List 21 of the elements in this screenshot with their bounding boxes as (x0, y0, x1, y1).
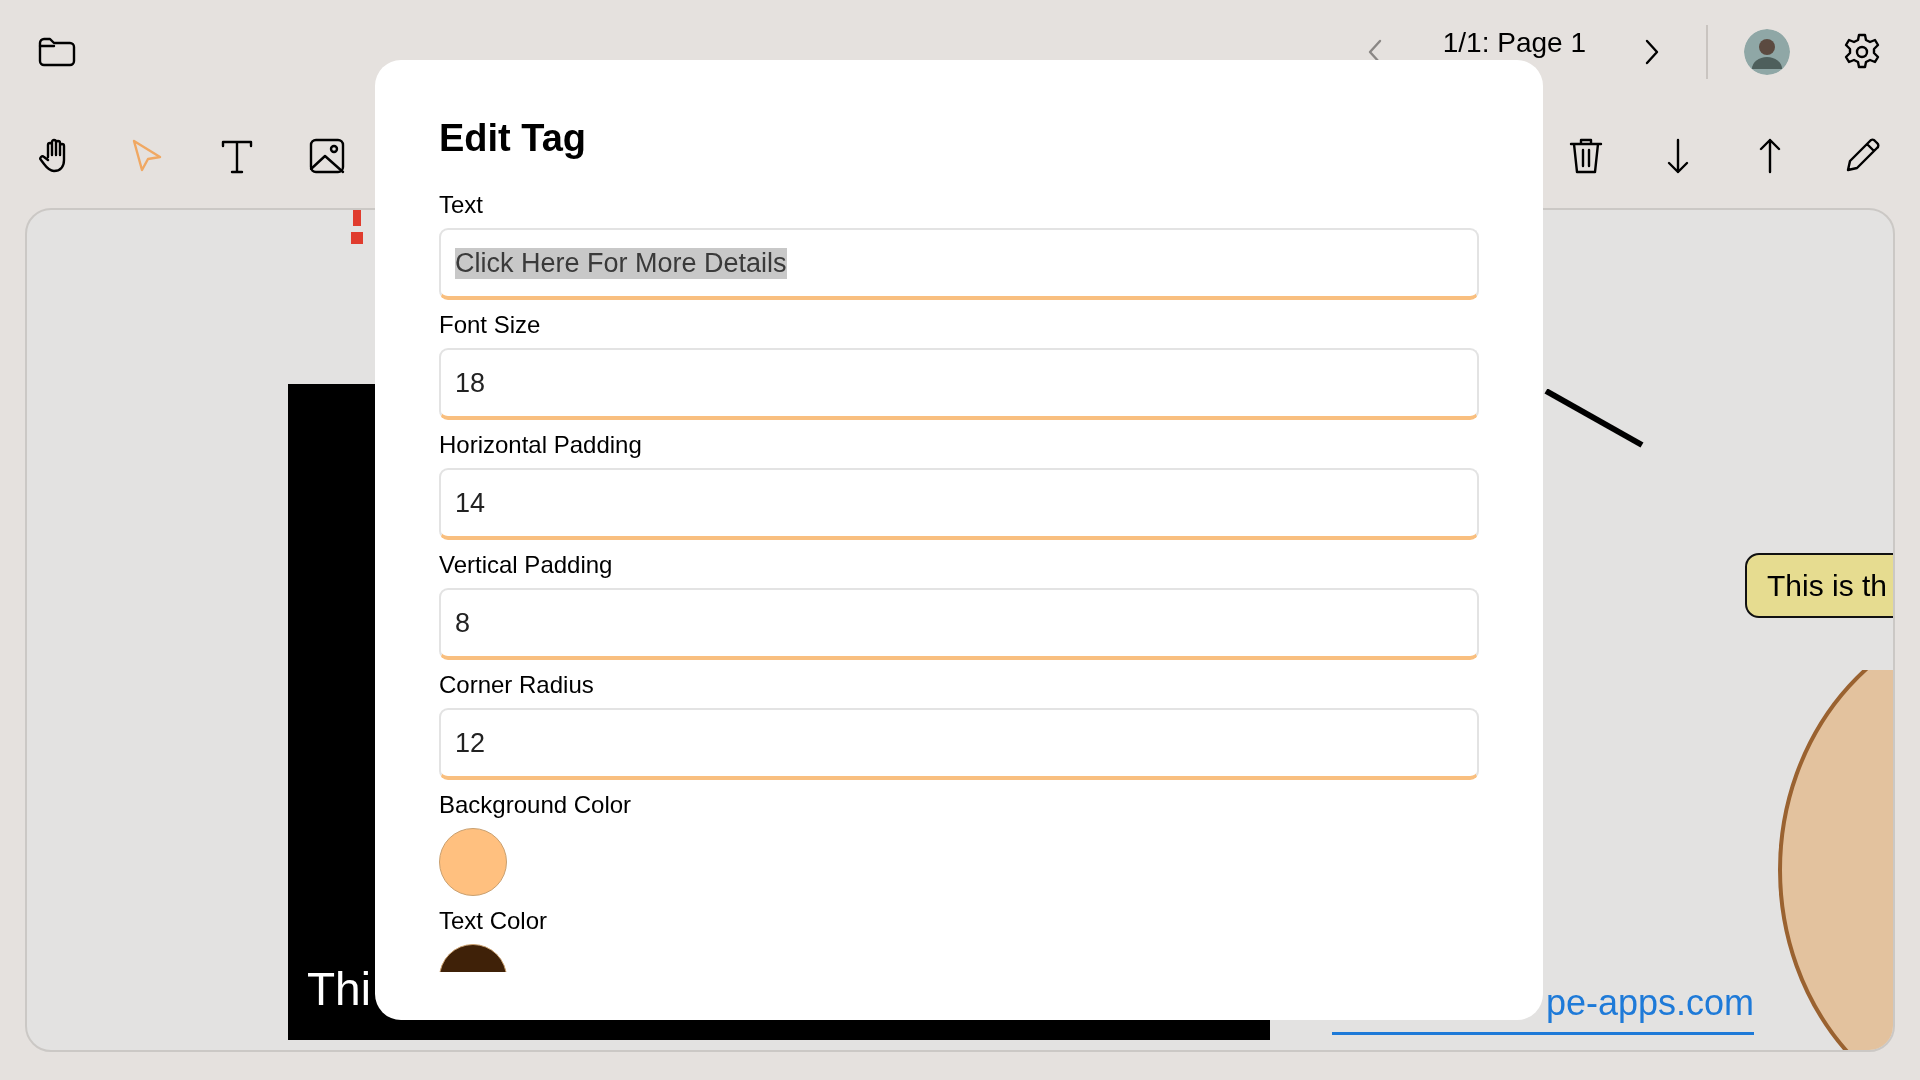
input-field[interactable]: 14 (439, 468, 1479, 540)
dialog-title: Edit Tag (439, 116, 588, 161)
avatar[interactable] (1744, 29, 1790, 75)
marker-drawing (350, 210, 364, 246)
field-label: Horizontal Padding (439, 430, 643, 460)
input-field[interactable]: 18 (439, 348, 1479, 420)
input-field[interactable]: 8 (439, 588, 1479, 660)
field-label: Font Size (439, 310, 542, 340)
block-text: Thi (307, 962, 371, 1016)
field-label: Text Color (439, 906, 549, 936)
field-label: Text (439, 190, 484, 220)
page-label: 1/1: Page 1 (1442, 27, 1586, 59)
field-label: Vertical Padding (439, 550, 614, 580)
field-label: Background Color (439, 790, 633, 820)
input-field[interactable]: 12 (439, 708, 1479, 780)
folder-icon[interactable] (38, 37, 76, 67)
chevron-right-icon[interactable] (1644, 38, 1660, 66)
image-icon[interactable] (308, 137, 346, 175)
field-label: Corner Radius (439, 670, 595, 700)
tag-label[interactable]: This is th (1745, 553, 1893, 618)
input-field[interactable]: Click Here For More Details (439, 228, 1479, 300)
